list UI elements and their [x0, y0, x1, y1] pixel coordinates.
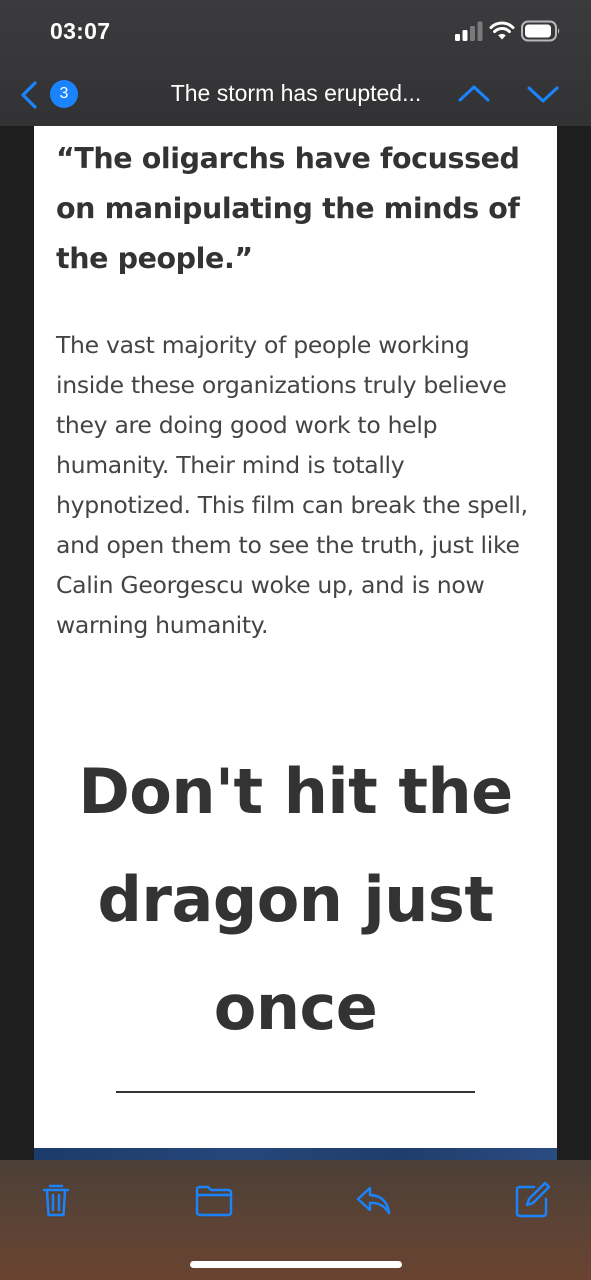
embedded-image[interactable] [34, 1148, 557, 1160]
trash-button[interactable] [36, 1180, 76, 1220]
folder-icon [195, 1185, 233, 1217]
back-button[interactable]: 3 [14, 78, 80, 112]
bottom-toolbar [0, 1160, 591, 1280]
compose-button[interactable] [512, 1180, 552, 1220]
chevron-up-icon [458, 85, 490, 102]
big-heading: Don't hit the dragon just once [78, 755, 513, 1044]
reply-button[interactable] [354, 1180, 394, 1220]
status-time: 03:07 [50, 18, 111, 44]
unread-badge: 3 [50, 80, 78, 108]
email-content: “The oligarchs have focussed on manipula… [34, 126, 557, 1160]
reply-icon [356, 1186, 391, 1215]
signal-icon [455, 21, 483, 41]
chevron-left-icon [21, 81, 37, 109]
next-message-button[interactable] [525, 80, 561, 108]
compose-icon [515, 1181, 551, 1218]
top-bar: 03:07 3 The storm has erupted... [0, 0, 591, 126]
quote-heading: “The oligarchs have focussed on manipula… [56, 142, 520, 275]
divider [116, 1091, 475, 1093]
chevron-down-icon [527, 86, 559, 103]
previous-message-button[interactable] [456, 80, 492, 108]
battery-icon [521, 20, 560, 42]
move-to-folder-button[interactable] [194, 1180, 234, 1220]
wifi-icon [489, 21, 515, 40]
home-indicator[interactable] [190, 1261, 402, 1268]
trash-icon [42, 1184, 70, 1217]
message-subject-title: The storm has erupted... [170, 80, 422, 106]
body-paragraph: The vast majority of people working insi… [56, 331, 528, 639]
